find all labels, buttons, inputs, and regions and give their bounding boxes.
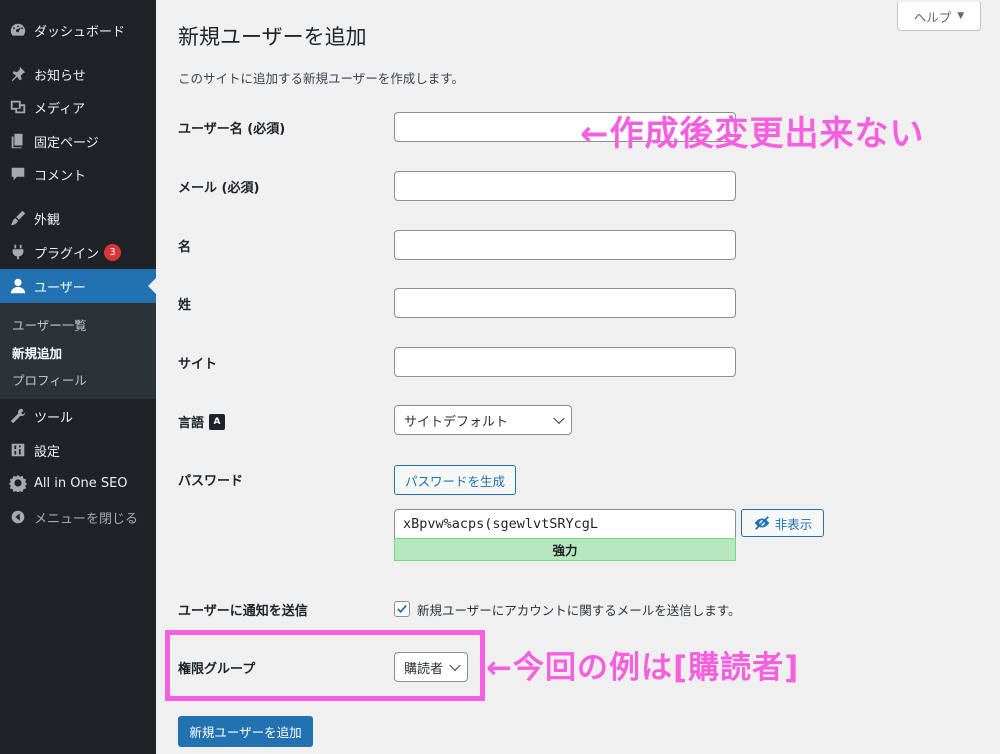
page-description: このサイトに追加する新規ユーザーを作成します。	[178, 71, 465, 86]
caret-down-icon: ▼	[957, 11, 965, 21]
email-label: メール (必須)	[178, 181, 260, 196]
plugin-icon	[8, 242, 28, 262]
main-content: ヘルプ ▼ 新規ユーザーを追加 このサイトに追加する新規ユーザーを作成します。 …	[156, 0, 1000, 754]
sidebar-item-label: 設定	[34, 444, 61, 460]
notify-description: 新規ユーザーにアカウントに関するメールを送信します。	[417, 603, 741, 618]
sidebar-item-label: All in One SEO	[34, 475, 128, 491]
site-input[interactable]	[394, 347, 736, 377]
sidebar-item-label: 外観	[34, 212, 61, 228]
comment-icon	[8, 164, 28, 184]
add-new-user-button[interactable]: 新規ユーザーを追加	[178, 716, 313, 747]
notify-checkbox[interactable]	[394, 601, 410, 617]
sidebar-item-posts[interactable]: お知らせ	[0, 57, 156, 91]
brush-icon	[8, 208, 28, 228]
submenu-item-profile[interactable]: プロフィール	[12, 370, 87, 389]
checkmark-icon	[397, 604, 407, 614]
sidebar-collapse-menu[interactable]: メニューを閉じる	[0, 500, 156, 534]
settings-icon	[8, 440, 28, 460]
language-select[interactable]: サイトデフォルト	[394, 405, 572, 435]
language-label-row: 言語 A	[178, 412, 226, 431]
site-label: サイト	[178, 357, 218, 372]
admin-sidebar: ダッシュボード お知らせ メディア 固定ページ コメント 外観 プラグイン 3 …	[0, 0, 156, 754]
page-icon	[8, 131, 28, 151]
update-count-badge: 3	[104, 243, 122, 261]
help-label: ヘルプ	[913, 9, 952, 25]
email-input[interactable]	[394, 171, 736, 201]
sidebar-item-label: メディア	[34, 101, 86, 117]
sidebar-item-label: コメント	[34, 168, 87, 184]
sidebar-item-comments[interactable]: コメント	[0, 157, 156, 191]
submenu-item-all-users[interactable]: ユーザー一覧	[12, 315, 87, 334]
translation-icon: A	[209, 413, 226, 430]
sidebar-item-label: 固定ページ	[34, 135, 99, 151]
wrench-icon	[8, 406, 28, 426]
user-icon	[8, 276, 28, 296]
notify-label: ユーザーに通知を送信	[178, 604, 308, 619]
chevron-down-icon	[553, 412, 565, 425]
media-icon	[8, 97, 28, 117]
sidebar-item-pages[interactable]: 固定ページ	[0, 124, 156, 158]
pin-icon	[8, 64, 28, 84]
password-strength-meter: 強力	[394, 538, 736, 561]
sidebar-item-label: ツール	[34, 410, 74, 426]
sidebar-item-label: メニューを閉じる	[34, 511, 139, 527]
generate-password-button[interactable]: パスワードを生成	[394, 465, 516, 495]
submenu-item-add-new[interactable]: 新規追加	[12, 343, 62, 362]
users-submenu: ユーザー一覧 新規追加 プロフィール	[0, 303, 156, 399]
language-select-value: サイトデフォルト	[404, 414, 509, 430]
sidebar-item-users[interactable]: ユーザー	[0, 269, 156, 303]
username-annotation: ←作成後変更出来ない	[580, 114, 925, 154]
sidebar-item-plugins[interactable]: プラグイン 3	[0, 235, 156, 269]
hide-password-label: 非表示	[774, 516, 813, 532]
sidebar-item-media[interactable]: メディア	[0, 90, 156, 124]
sidebar-item-aioseo[interactable]: All in One SEO	[0, 466, 156, 500]
sidebar-item-label: お知らせ	[34, 68, 86, 84]
sidebar-item-label: プラグイン	[34, 246, 100, 262]
sidebar-item-label: ユーザー	[34, 280, 86, 296]
password-label: パスワード	[178, 474, 244, 489]
password-input[interactable]: xBpvw%acps(sgewlvtSRYcgL	[394, 509, 736, 538]
username-label: ユーザー名 (必須)	[178, 122, 286, 137]
first-name-input[interactable]	[394, 230, 736, 260]
sidebar-item-settings[interactable]: 設定	[0, 433, 156, 467]
sidebar-item-dashboard[interactable]: ダッシュボード	[0, 13, 156, 47]
aioseo-icon	[8, 473, 28, 493]
role-highlight-box	[165, 630, 485, 701]
eye-slash-icon	[754, 516, 769, 530]
hide-password-button[interactable]: 非表示	[741, 509, 824, 537]
sidebar-item-appearance[interactable]: 外観	[0, 201, 156, 235]
sidebar-item-label: ダッシュボード	[34, 24, 126, 40]
page-title: 新規ユーザーを追加	[178, 25, 367, 49]
collapse-icon	[8, 507, 28, 527]
last-name-label: 姓	[178, 298, 192, 313]
first-name-label: 名	[178, 240, 192, 255]
help-tab-button[interactable]: ヘルプ ▼	[897, 2, 981, 31]
last-name-input[interactable]	[394, 288, 736, 318]
dashboard-icon	[8, 20, 28, 40]
language-label: 言語	[178, 416, 205, 431]
role-annotation: ←今回の例は[購読者]	[486, 650, 800, 686]
sidebar-item-tools[interactable]: ツール	[0, 399, 156, 433]
